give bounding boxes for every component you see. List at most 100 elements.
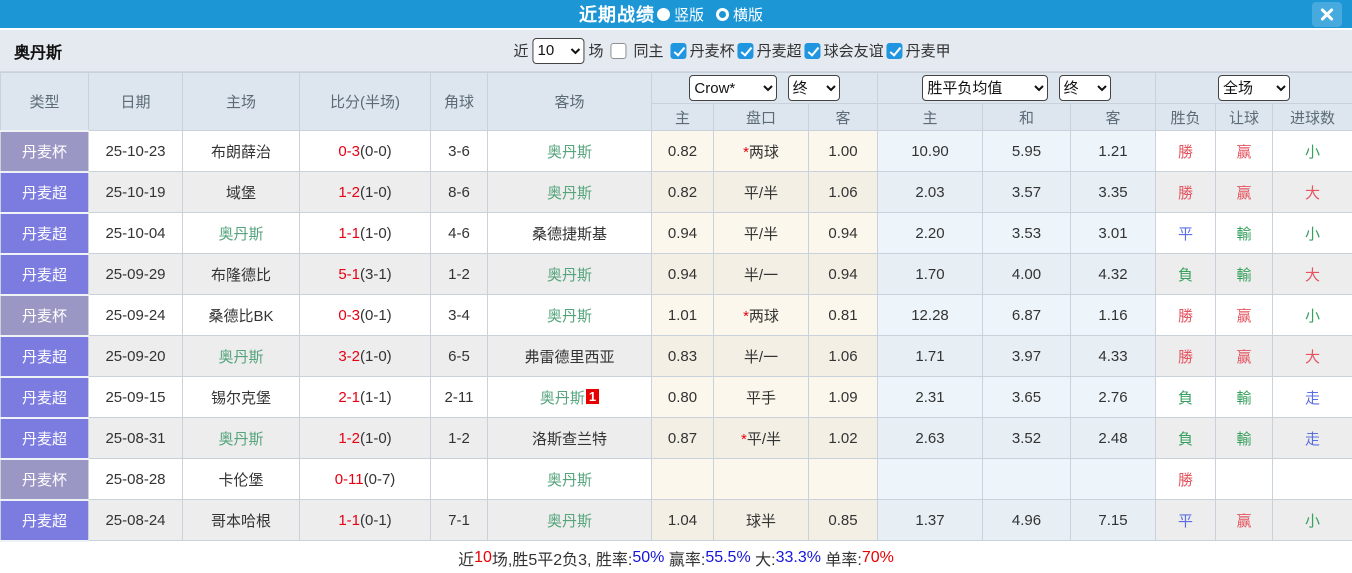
league-checkbox-3[interactable] [886, 42, 903, 59]
match-count-select[interactable]: 10 [532, 37, 585, 64]
bookmaker-select[interactable]: Crow* [689, 75, 778, 101]
team-name: 奥丹斯 [218, 225, 264, 243]
asia-handicap-line: 平/半 [713, 212, 809, 254]
europe-odds-select[interactable]: 胜平负均值 [922, 75, 1049, 101]
home-team-cell: 布朗薛治 [182, 130, 300, 172]
summary-segment: 大: [750, 552, 776, 569]
asia-handicap-line: 半/一 [713, 253, 809, 295]
view-radio-vertical[interactable] [656, 7, 670, 21]
away-team-cell: 弗雷德里西亚 [487, 335, 652, 377]
win-loss-result: 平 [1155, 499, 1217, 541]
same-home-label: 同主 [633, 43, 664, 60]
match-date: 25-08-28 [88, 458, 183, 500]
col-header-corner: 角球 [430, 72, 488, 131]
live-line-asterisk: * [740, 430, 747, 448]
col-header-away: 客场 [487, 72, 652, 131]
table-row: 丹麦超 25-09-20 奥丹斯 3-2(1-0) 6-5 弗雷德里西亚 0.83 半/一 1.… [0, 334, 1352, 378]
summary-segment: 50% [632, 549, 665, 566]
win-loss-result: 負 [1155, 376, 1217, 418]
team-name: 域堡 [225, 184, 256, 202]
col-header-home: 主场 [182, 72, 300, 131]
euro-away-odds: 3.01 [1069, 212, 1157, 254]
scope-select[interactable]: 全场 [1218, 75, 1291, 101]
asia-away-odds: 1.00 [808, 130, 878, 172]
summary-segment: 33.3% [775, 549, 821, 566]
handicap-result: 輸 [1215, 253, 1274, 295]
asia-handicap-line: *两球 [713, 130, 809, 172]
euro-home-odds: 1.37 [877, 499, 983, 541]
view-radio-vertical-label[interactable]: 竖版 [674, 4, 704, 25]
sub-header-asia-home: 主 [651, 103, 714, 131]
table-row: 丹麦超 25-10-04 奥丹斯 1-1(1-0) 4-6 桑德捷斯基 0.94 平/半 0.9… [0, 211, 1352, 255]
league-checkbox-0[interactable] [670, 42, 687, 59]
goals-result: 走 [1272, 376, 1352, 418]
summary-segment: 赢率: [664, 552, 706, 569]
corner-cell [430, 458, 488, 500]
win-loss-result: 勝 [1155, 294, 1217, 336]
euro-home-odds: 2.31 [877, 376, 983, 418]
league-checkbox-1[interactable] [737, 42, 754, 59]
goals-result: 大 [1272, 253, 1352, 295]
euro-away-odds: 2.76 [1069, 376, 1157, 418]
table-row: 丹麦超 25-09-15 锡尔克堡 2-1(1-1) 2-11 奥丹斯 1 0.80 平手 1.0… [0, 375, 1352, 419]
score-cell: 1-1(0-1) [299, 499, 431, 541]
handicap-result: 赢 [1215, 294, 1274, 336]
score-cell: 1-2(1-0) [299, 171, 431, 213]
euro-away-odds: 4.33 [1069, 335, 1157, 377]
euro-away-odds: 1.16 [1069, 294, 1157, 336]
team-name: 锡尔克堡 [210, 389, 271, 407]
home-team-cell: 布隆德比 [182, 253, 300, 295]
away-team-cell: 洛斯查兰特 [487, 417, 652, 459]
away-team-cell: 奥丹斯 [487, 253, 652, 295]
league-type-badge: 丹麦超 [0, 211, 89, 255]
asia-state-select[interactable]: 终 [787, 75, 840, 101]
league-type-badge: 丹麦超 [0, 170, 89, 214]
match-date: 25-09-15 [88, 376, 183, 418]
asia-home-odds: 0.87 [651, 417, 714, 459]
corner-cell: 7-1 [430, 499, 488, 541]
league-label-1: 丹麦超 [756, 43, 802, 60]
league-checkbox-2[interactable] [804, 42, 821, 59]
close-icon[interactable] [1312, 2, 1342, 27]
corner-cell: 6-5 [430, 335, 488, 377]
table-row: 丹麦杯 25-08-28 卡伦堡 0-11(0-7) 奥丹斯 勝 [0, 457, 1352, 501]
scope-controls: 全场 [1155, 72, 1352, 104]
asia-home-odds [651, 458, 714, 500]
asia-away-odds [808, 458, 878, 500]
asia-handicap-line: 球半 [713, 499, 809, 541]
corner-cell: 4-6 [430, 212, 488, 254]
goals-result [1272, 458, 1352, 500]
euro-home-odds: 12.28 [877, 294, 983, 336]
view-radio-horizontal[interactable] [716, 7, 729, 21]
asia-away-odds: 0.85 [808, 499, 878, 541]
asia-handicap-line [713, 458, 809, 500]
league-type-badge: 丹麦超 [0, 334, 89, 378]
col-header-date: 日期 [88, 72, 183, 131]
goals-result: 走 [1272, 417, 1352, 459]
euro-draw-odds: 3.52 [982, 417, 1071, 459]
team-name: 奥丹斯 [14, 44, 63, 62]
handicap-result: 赢 [1215, 171, 1274, 213]
euro-draw-odds: 4.96 [982, 499, 1071, 541]
league-type-badge: 丹麦超 [0, 416, 89, 460]
euro-draw-odds: 3.57 [982, 171, 1071, 213]
match-date: 25-10-04 [88, 212, 183, 254]
europe-state-select[interactable]: 终 [1058, 75, 1111, 101]
same-home-checkbox[interactable] [610, 42, 627, 59]
sub-header-asia-line: 盘口 [713, 103, 809, 131]
view-radio-horizontal-label[interactable]: 横版 [733, 4, 763, 25]
team-name: 桑德捷斯基 [531, 225, 607, 243]
euro-draw-odds: 4.00 [982, 253, 1071, 295]
away-team-cell: 奥丹斯 [487, 130, 652, 172]
asia-odds-controls: Crow* 终 [651, 72, 878, 104]
asia-handicap-line: 半/一 [713, 335, 809, 377]
summary-line: 近 10 场,胜5平2负3, 胜率: 50% 赢率: 55.5% 大: 33.3% 单率:… [0, 541, 1352, 573]
euro-home-odds: 1.71 [877, 335, 983, 377]
asia-away-odds: 1.06 [808, 335, 878, 377]
asia-home-odds: 0.80 [651, 376, 714, 418]
sub-header-euro-home: 主 [877, 103, 983, 131]
league-type-badge: 丹麦杯 [0, 293, 89, 337]
asia-away-odds: 0.81 [808, 294, 878, 336]
sub-header-euro-away: 客 [1069, 103, 1157, 131]
summary-segment: 55.5% [705, 549, 751, 566]
